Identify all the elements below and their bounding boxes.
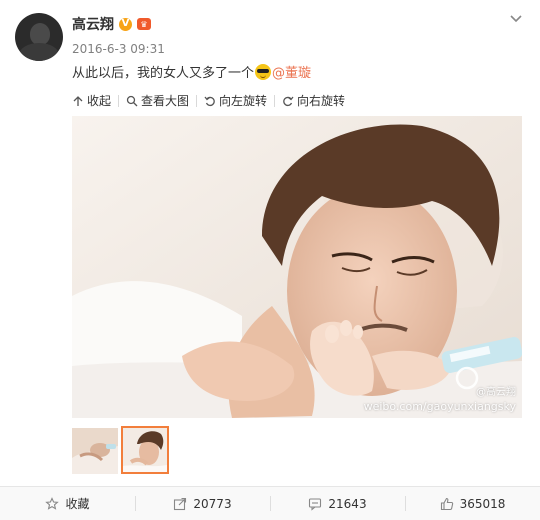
thumbnail-2-selected[interactable]	[121, 426, 169, 474]
view-large-button[interactable]: 查看大图	[126, 92, 189, 109]
like-button[interactable]: 365018	[405, 487, 540, 520]
photo-watermark: @高云翔 weibo.com/gaoyunxiangsky	[364, 386, 516, 414]
post-text: 从此以后，我的女人又多了一个 @董璇	[72, 62, 311, 81]
rotate-left-icon	[204, 96, 215, 106]
username[interactable]: 高云翔	[72, 14, 114, 34]
favorite-button[interactable]: 收藏	[0, 487, 135, 520]
member-crown-icon[interactable]: ♛	[137, 18, 151, 30]
view-large-label: 查看大图	[141, 94, 190, 108]
watermark-user: @高云翔	[476, 387, 516, 398]
rotate-left-button[interactable]: 向左旋转	[204, 92, 267, 109]
mention-link[interactable]: @董璇	[272, 62, 311, 81]
chevron-down-icon[interactable]	[508, 10, 524, 26]
comment-button[interactable]: 21643	[270, 487, 405, 520]
photo-illustration	[72, 116, 522, 418]
like-count: 365018	[459, 496, 506, 511]
image-toolbar: 收起 查看大图 向左旋转 向右旋转	[72, 92, 345, 109]
rotate-right-label: 向右旋转	[297, 94, 346, 108]
collapse-label: 收起	[87, 94, 112, 108]
thumbs-up-icon	[440, 497, 453, 510]
toolbar-divider	[274, 94, 276, 107]
star-icon	[45, 496, 60, 510]
rotate-left-label: 向左旋转	[219, 94, 268, 108]
avatar-shoulder	[19, 43, 59, 61]
comment-count: 21643	[328, 496, 367, 511]
collapse-icon	[73, 95, 83, 106]
avatar[interactable]	[15, 13, 63, 61]
repost-button[interactable]: 20773	[135, 487, 270, 520]
avatar-face	[30, 23, 50, 45]
rotate-right-button[interactable]: 向右旋转	[282, 92, 345, 109]
weibo-post-card: 高云翔 V ♛ 2016-6-3 09:31 从此以后，我的女人又多了一个 @董…	[0, 0, 540, 486]
action-bar: 收藏 20773 21643 365018	[0, 486, 540, 520]
main-photo[interactable]: @高云翔 weibo.com/gaoyunxiangsky	[72, 116, 522, 418]
collapse-button[interactable]: 收起	[72, 92, 111, 109]
watermark-url: weibo.com/gaoyunxiangsky	[363, 400, 516, 413]
share-icon	[174, 497, 187, 510]
author-row: 高云翔 V ♛	[72, 14, 151, 34]
thumbnail-2-image	[123, 428, 167, 472]
comment-icon	[309, 497, 322, 511]
thumbnail-1-image	[72, 428, 118, 474]
repost-count: 20773	[193, 496, 232, 511]
verified-v-icon[interactable]: V	[119, 17, 132, 31]
favorite-label: 收藏	[65, 497, 90, 511]
cool-emoji-icon	[255, 63, 272, 80]
toolbar-divider	[196, 94, 198, 107]
thumbnail-1[interactable]	[72, 428, 118, 474]
post-body: 从此以后，我的女人又多了一个	[72, 66, 255, 81]
rotate-right-icon	[283, 96, 294, 106]
zoom-icon	[126, 95, 138, 106]
post-timestamp[interactable]: 2016-6-3 09:31	[72, 42, 165, 56]
toolbar-divider	[118, 94, 120, 107]
